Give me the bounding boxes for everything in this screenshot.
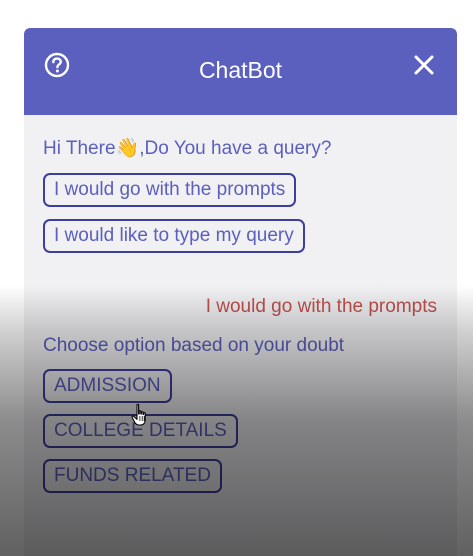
close-icon[interactable]	[413, 54, 435, 76]
greeting-text: Hi There	[43, 138, 116, 159]
bot-greeting: Hi There👋,Do You have a query?	[43, 137, 331, 161]
chat-messages: Hi There👋,Do You have a query? I would g…	[24, 115, 457, 556]
prompts-option-button[interactable]: I would go with the prompts	[43, 173, 297, 207]
admission-button[interactable]: ADMISSION	[43, 369, 172, 403]
user-reply: I would go with the prompts	[205, 296, 437, 317]
type-query-option-button[interactable]: I would like to type my query	[43, 219, 305, 253]
waving-hand-icon: 👋	[115, 138, 140, 159]
greeting-question: ,Do You have a query?	[139, 138, 332, 159]
funds-related-button[interactable]: FUNDS RELATED	[43, 459, 222, 493]
chatbot-header: ChatBot	[24, 28, 457, 115]
college-details-button[interactable]: COLLEGE DETAILS	[43, 414, 238, 448]
chatbot-title: ChatBot	[198, 57, 283, 83]
chatbot-window: ChatBot Hi There👋,Do You have a query? I…	[24, 28, 457, 556]
choose-option-text: Choose option based on your doubt	[43, 335, 345, 356]
